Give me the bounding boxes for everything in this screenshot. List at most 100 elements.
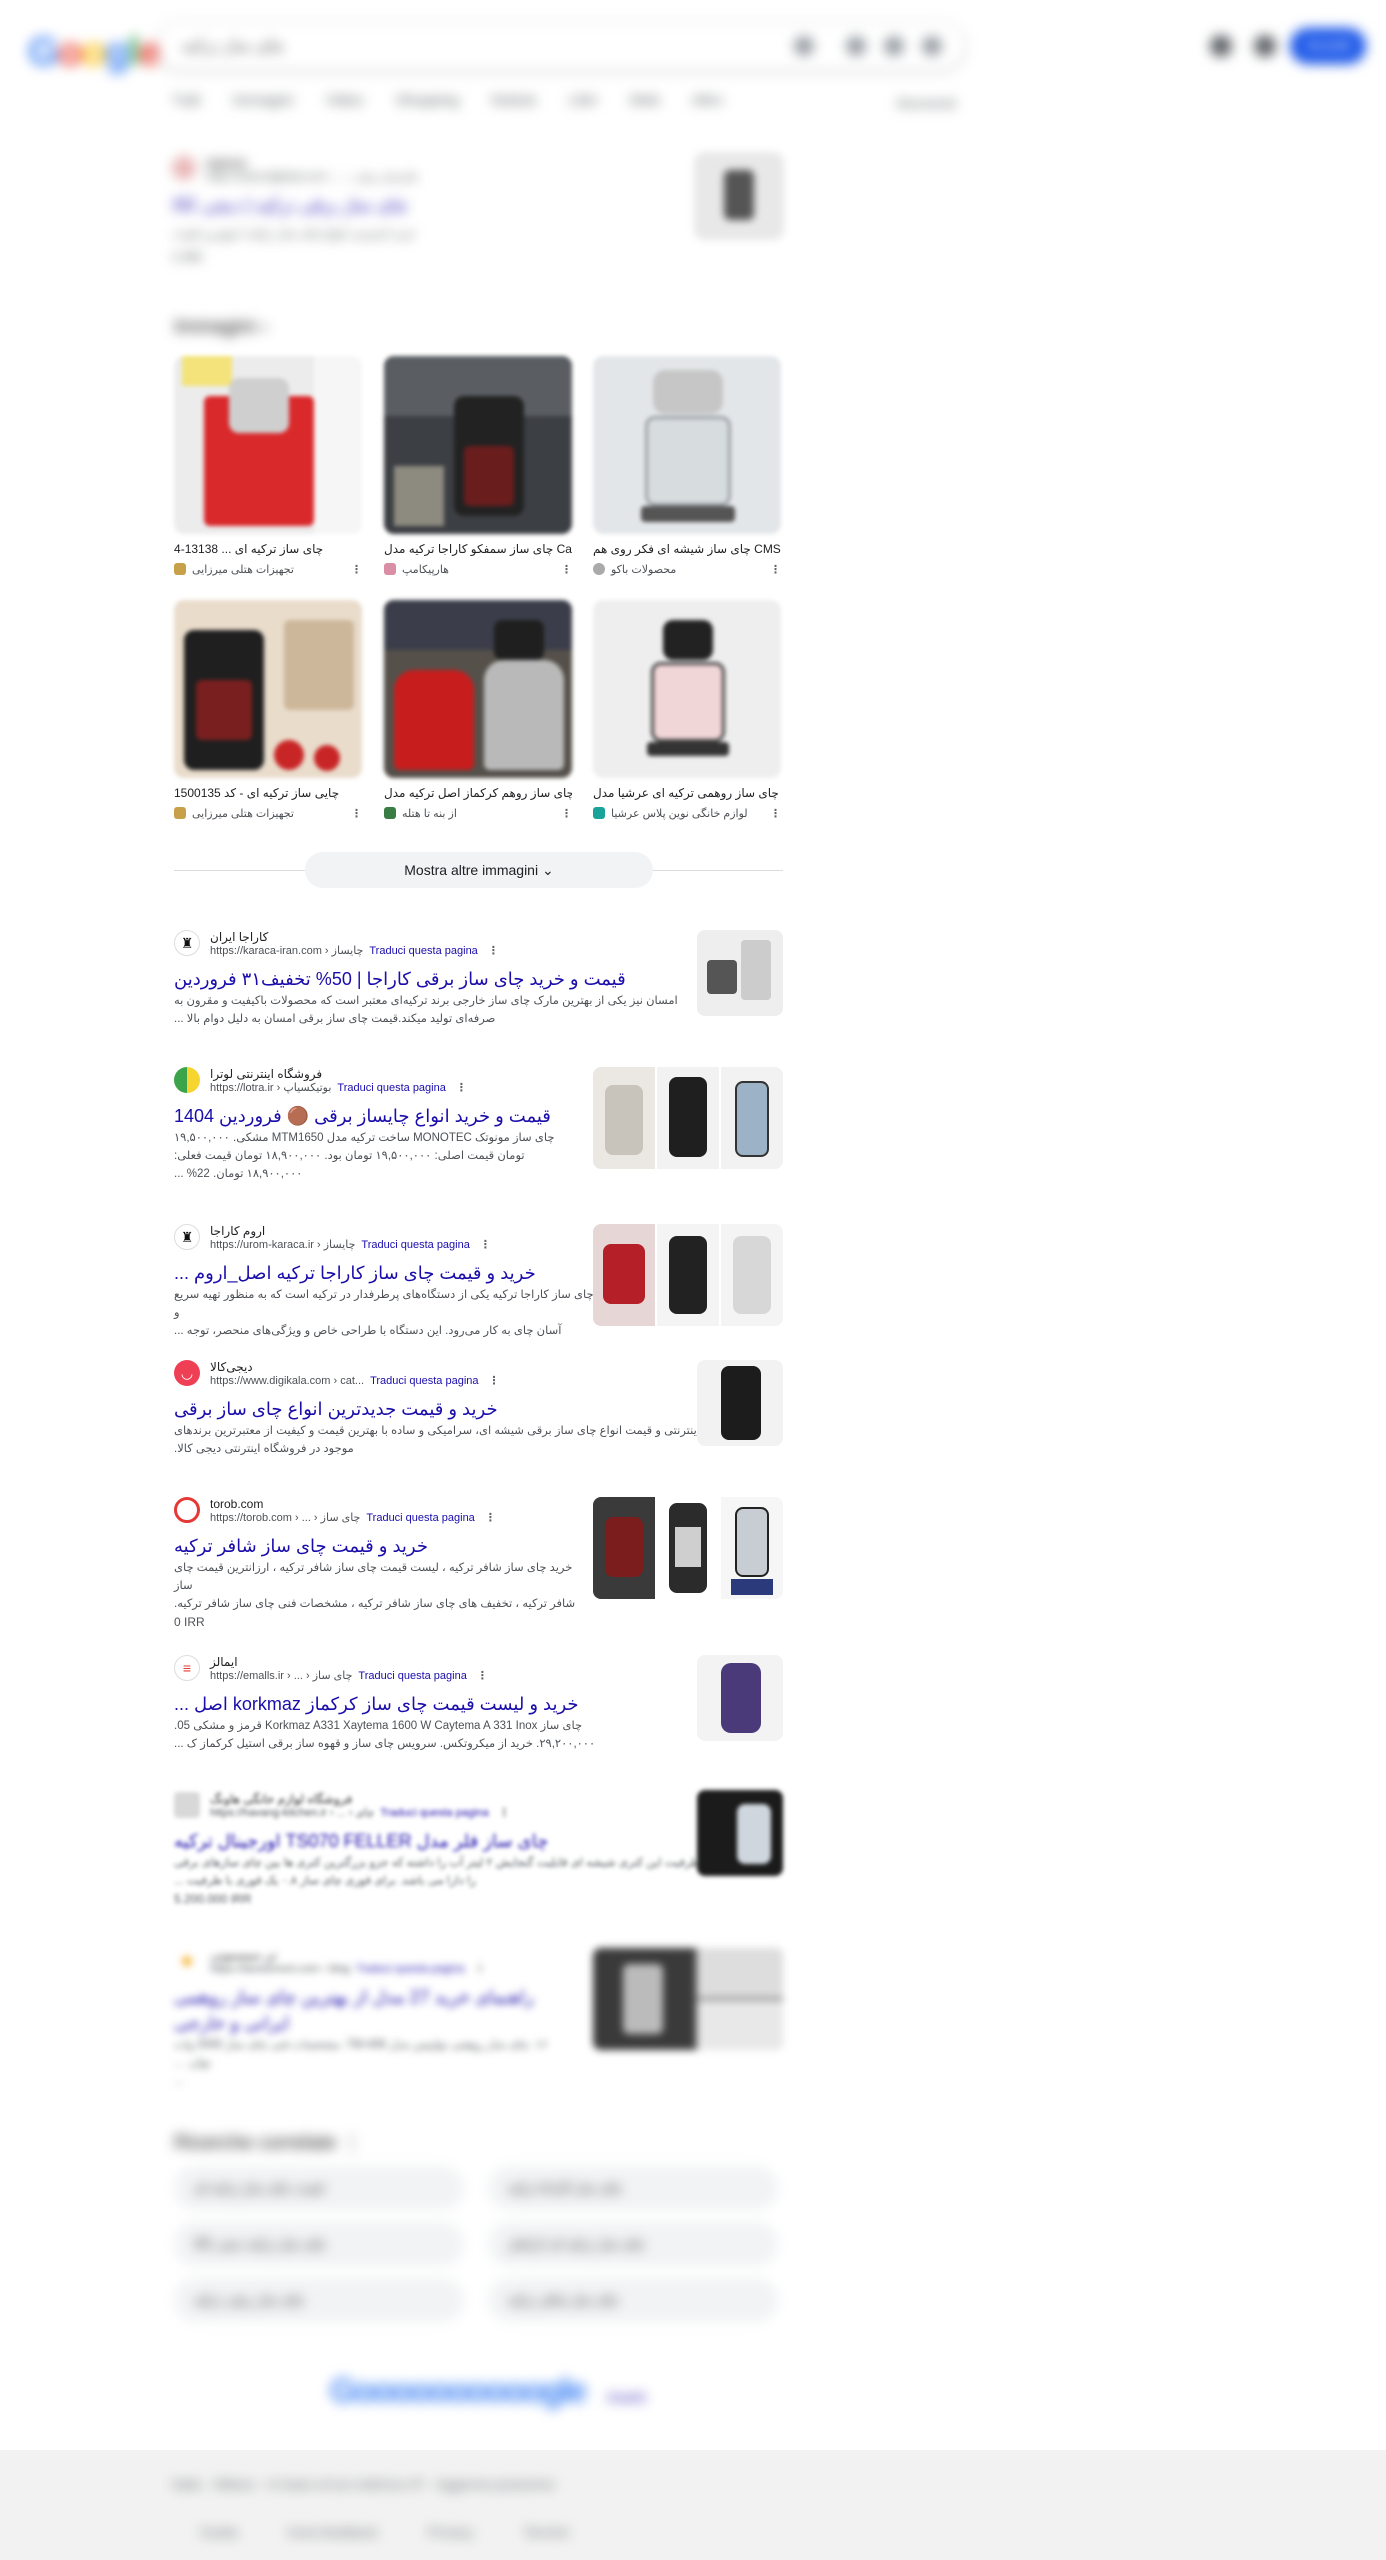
result-url[interactable]: https://www.digikala.com › ... › چای‌ساز… xyxy=(206,170,418,183)
result-thumbnail[interactable] xyxy=(694,152,784,240)
translate-link[interactable]: Traduci questa pagina xyxy=(366,1512,474,1524)
result-thumbnail[interactable] xyxy=(697,930,783,1016)
tab-images[interactable]: Immagini xyxy=(233,92,294,109)
more-options-icon[interactable]: ⋮ xyxy=(770,807,781,820)
related-search-chip[interactable]: چای ساز کاراجا ترکیه xyxy=(488,2166,778,2210)
image-card[interactable]: چای ساز ترکیه ای ... 13138-4 تجهیزات هتل… xyxy=(174,356,362,577)
result-thumbnails[interactable] xyxy=(593,1224,783,1326)
more-options-icon[interactable]: ⋮ xyxy=(561,563,572,576)
show-more-images-button[interactable]: Mostra altre immagini ⌄ xyxy=(305,852,653,888)
result-title[interactable]: خرید و قیمت چای ساز شافر ترکیه xyxy=(174,1533,594,1559)
translate-link[interactable]: Traduci questa pagina xyxy=(337,1082,445,1094)
result-title[interactable]: قیمت و خرید چای ساز برقی کاراجا | 50% تخ… xyxy=(174,966,774,992)
result-url[interactable]: https://karaca-iran.com › چایساز xyxy=(210,945,363,957)
tab-shopping[interactable]: Shopping xyxy=(396,92,459,109)
next-page-link[interactable]: Avanti xyxy=(607,2389,646,2405)
search-box[interactable]: چای ساز ترکیه xyxy=(158,22,964,70)
result-title[interactable]: چای ساز فلر مدل TS070 FELLER اورجینال تر… xyxy=(174,1828,774,1854)
result-url[interactable]: https://torob.com › ... › چای ساز xyxy=(210,1512,360,1524)
search-result: ◡ دیجی‌کالا https://www.digikala.com › c… xyxy=(174,1360,774,1458)
apps-icon[interactable] xyxy=(1254,35,1276,57)
result-url[interactable]: https://www.digikala.com › cat... xyxy=(210,1375,364,1387)
related-search-chip[interactable]: چای ساز برقی ترکیه xyxy=(174,2278,464,2322)
google-logo[interactable]: Google xyxy=(28,30,161,75)
image-thumbnail[interactable] xyxy=(593,356,781,534)
more-options-icon[interactable]: ⋮ xyxy=(474,1963,485,1975)
settings-icon[interactable] xyxy=(1210,35,1232,57)
search-input[interactable]: چای ساز ترکیه xyxy=(182,36,285,56)
result-snippet: امسان نیز یکی از بهترین مارک چای ساز خار… xyxy=(174,995,678,1007)
result-thumbnails[interactable] xyxy=(593,1067,783,1169)
more-options-icon[interactable]: ⋮ xyxy=(485,1512,496,1524)
result-snippet: ظرفیت این کتری شیشه ای قابلیت گنجایش ۲ ل… xyxy=(174,1857,701,1869)
result-snippet: خرید اینترنتی و قیمت انواع چای ساز برقی … xyxy=(174,1425,726,1437)
more-options-icon[interactable]: ⋮ xyxy=(456,1082,467,1094)
tools-button[interactable]: Strumenti xyxy=(896,95,956,111)
image-card[interactable]: چای ساز روهمی ترکیه ای عرشیا مدل ... لوا… xyxy=(593,600,781,821)
translate-link[interactable]: Traduci questa pagina xyxy=(370,1375,478,1387)
result-thumbnail[interactable] xyxy=(697,1360,783,1446)
images-heading[interactable]: Immagini › xyxy=(174,316,267,339)
more-options-icon[interactable]: ⋮ xyxy=(488,945,499,957)
signin-button[interactable]: Accedi xyxy=(1290,28,1366,64)
image-thumbnail[interactable] xyxy=(174,600,362,778)
result-title[interactable]: قیمت و خرید انواع چایساز برقی 🟤 فروردین … xyxy=(174,1103,594,1129)
result-thumbnail[interactable] xyxy=(697,1655,783,1741)
related-search-chip[interactable]: چای ساز شافر ترکیه xyxy=(488,2278,778,2322)
image-thumbnail[interactable] xyxy=(384,600,572,778)
tab-more[interactable]: Altro xyxy=(692,92,723,109)
translate-link[interactable]: Traduci questa pagina xyxy=(380,1807,488,1819)
related-search-chip[interactable]: چای ساز ترکیه ای کرکماز xyxy=(488,2222,778,2266)
favicon xyxy=(172,156,196,180)
translate-link[interactable]: Traduci questa pagina xyxy=(361,1239,469,1251)
related-search-chip[interactable]: چای ساز ترکیه دیجی کالا xyxy=(174,2222,464,2266)
result-title[interactable]: خرید و قیمت چای ساز کاراجا ترکیه اصل_ارو… xyxy=(174,1260,594,1286)
more-options-icon[interactable]: ⋮ xyxy=(480,1239,491,1251)
result-url[interactable]: https://tansismoni.com › blog xyxy=(210,1963,350,1975)
translate-link[interactable]: Traduci questa pagina xyxy=(358,1670,466,1682)
image-card[interactable]: چایی ساز ترکیه ای - کد 1500135 تجهیزات ه… xyxy=(174,600,362,821)
image-card[interactable]: چای ساز روهم کرکماز اصل ترکیه مدل ... از… xyxy=(384,600,572,821)
clear-icon[interactable] xyxy=(794,36,814,56)
result-url[interactable]: https://lotra.ir › بوتیکسیاپ xyxy=(210,1082,331,1094)
result-thumbnail[interactable] xyxy=(593,1948,783,2050)
lens-icon[interactable] xyxy=(884,36,904,56)
more-options-icon[interactable]: ⋮ xyxy=(770,563,781,576)
footer-link[interactable]: Invia feedback xyxy=(287,2524,377,2540)
translate-link[interactable]: Traduci questa pagina xyxy=(369,945,477,957)
divider xyxy=(174,870,305,871)
tab-books[interactable]: Libri xyxy=(569,92,597,109)
result-title[interactable]: خرید و قیمت جدیدترین انواع چای ساز برقی xyxy=(174,1396,774,1422)
more-options-icon[interactable]: ⋮ xyxy=(561,807,572,820)
translate-link[interactable]: Traduci questa pagina xyxy=(356,1963,464,1975)
image-card[interactable]: چای ساز شیشه ای فکر روی هم CMS... محصولا… xyxy=(593,356,781,577)
image-thumbnail[interactable] xyxy=(384,356,572,534)
footer-link[interactable]: Termini xyxy=(524,2524,569,2540)
result-thumbnail[interactable] xyxy=(697,1790,783,1876)
tab-web[interactable]: Web xyxy=(629,92,660,109)
result-thumbnails[interactable] xyxy=(593,1497,783,1599)
search-icon[interactable] xyxy=(922,36,942,56)
arrow-right-icon: › xyxy=(260,316,268,338)
related-search-chip[interactable]: قیمت چای ساز ترکیه ای xyxy=(174,2166,464,2210)
image-thumbnail[interactable] xyxy=(174,356,362,534)
footer-link[interactable]: Privacy xyxy=(428,2524,474,2540)
result-url[interactable]: https://emalls.ir › ... › چای ساز xyxy=(210,1670,352,1682)
more-options-icon[interactable]: ⋮ xyxy=(351,807,362,820)
tab-news[interactable]: Notizie xyxy=(491,92,537,109)
result-title[interactable]: خرید و لیست قیمت چای ساز کرکماز korkmaz … xyxy=(174,1691,774,1717)
more-options-icon[interactable]: ⋮ xyxy=(489,1375,500,1387)
tab-all[interactable]: Tutti xyxy=(172,92,201,109)
result-url[interactable]: https://urom-karaca.ir › چایساز xyxy=(210,1239,355,1251)
result-url[interactable]: https://havang-kitchen.ir › ... › چای xyxy=(210,1807,374,1819)
image-card[interactable]: چای ساز سمفکو کاراجا ترکیه مدل Ca... هار… xyxy=(384,356,572,577)
site-favicon xyxy=(174,1792,200,1818)
more-options-icon[interactable]: ⋮ xyxy=(477,1670,488,1682)
image-thumbnail[interactable] xyxy=(593,600,781,778)
more-options-icon[interactable]: ⋮ xyxy=(351,563,362,576)
more-options-icon[interactable]: ⋮ xyxy=(499,1807,510,1819)
mic-icon[interactable] xyxy=(846,36,866,56)
result-title[interactable]: راهنمای خرید 27 مدل از بهترین چای ساز رو… xyxy=(174,1984,574,2036)
footer-link[interactable]: Guida xyxy=(200,2524,237,2540)
tab-video[interactable]: Video xyxy=(325,92,363,109)
